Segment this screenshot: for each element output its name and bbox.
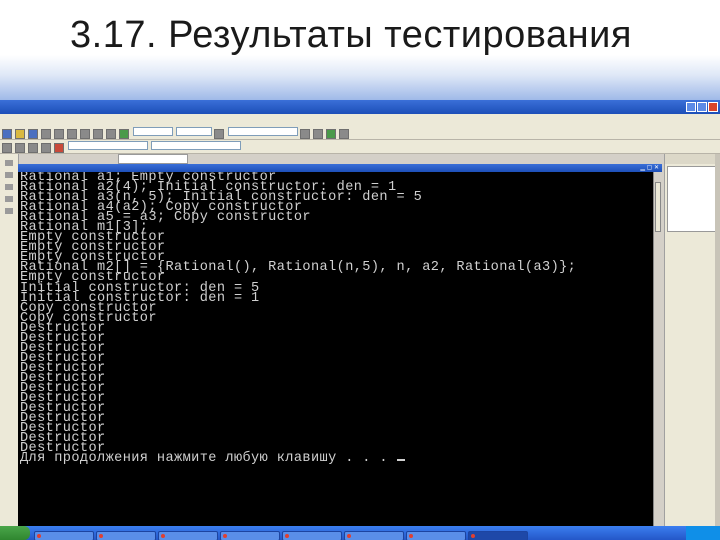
console-line: Destructor: [20, 370, 106, 386]
start-debug-icon[interactable]: [119, 129, 129, 139]
minimize-icon[interactable]: [686, 102, 696, 112]
taskbar-tasks: [34, 528, 530, 540]
ide-menubar: [0, 114, 720, 126]
platform-combo[interactable]: [176, 127, 212, 136]
solution-explorer-header: [665, 154, 720, 164]
panel-icon[interactable]: [5, 196, 13, 202]
panel-icon[interactable]: [5, 172, 13, 178]
console-scrollbar[interactable]: [653, 172, 662, 526]
toolbar-tool-icon[interactable]: [41, 143, 51, 153]
left-tool-panel: [0, 154, 19, 526]
output-icon[interactable]: [339, 129, 349, 139]
taskbar-task[interactable]: [406, 531, 466, 540]
text-cursor: [396, 459, 405, 462]
editor-tab[interactable]: [118, 154, 188, 164]
taskbar-task[interactable]: [158, 531, 218, 540]
new-file-icon[interactable]: [2, 129, 12, 139]
ide-scrollbar[interactable]: [715, 154, 720, 526]
panel-icon[interactable]: [5, 160, 13, 166]
system-tray: [686, 526, 720, 540]
find-icon[interactable]: [214, 129, 224, 139]
toolbar-tool-icon[interactable]: [15, 143, 25, 153]
ide-window-buttons: [685, 102, 718, 114]
console-window: Rational a1; Empty constructor Rational a…: [18, 172, 662, 526]
maximize-icon[interactable]: [697, 102, 707, 112]
save-icon[interactable]: [28, 129, 38, 139]
console-line: Для продолжения нажмите любую клавишу . …: [20, 452, 652, 466]
cut-icon[interactable]: [54, 129, 64, 139]
open-folder-icon[interactable]: [15, 129, 25, 139]
undo-icon[interactable]: [93, 129, 103, 139]
console-line: Destructor: [20, 401, 106, 417]
console-line: Destructor: [20, 431, 106, 447]
taskbar-task-console[interactable]: [468, 531, 528, 540]
panel-icon[interactable]: [5, 208, 13, 214]
scope-combo[interactable]: [68, 141, 148, 150]
slide-title: 3.17. Результаты тестирования: [70, 14, 632, 56]
ide-titlebar: [0, 100, 720, 114]
ide-toolbar-secondary: [0, 140, 720, 154]
copy-icon[interactable]: [67, 129, 77, 139]
taskbar: [0, 526, 720, 540]
console-line: Destructor: [20, 350, 106, 366]
taskbar-task[interactable]: [34, 531, 94, 540]
breakpoint-icon[interactable]: [54, 143, 64, 153]
taskbar-task[interactable]: [96, 531, 156, 540]
taskbar-task[interactable]: [220, 531, 280, 540]
save-all-icon[interactable]: [41, 129, 51, 139]
close-icon[interactable]: [708, 102, 718, 112]
console-line: Copy constructor: [20, 310, 157, 326]
properties-icon[interactable]: [313, 129, 323, 139]
toolbar-tool-icon[interactable]: [2, 143, 12, 153]
console-line: Destructor: [20, 340, 106, 356]
member-combo[interactable]: [151, 141, 241, 150]
paste-icon[interactable]: [80, 129, 90, 139]
start-button[interactable]: [0, 526, 30, 540]
console-window-buttons[interactable]: ▁ ▢ ✕: [640, 164, 659, 172]
solution-explorer-panel: [664, 154, 720, 526]
console-titlebar: ▁ ▢ ✕: [18, 164, 662, 172]
ide-screenshot: ▁ ▢ ✕ Rational a1; Empty constructor Rati…: [0, 100, 720, 540]
console-line: Destructor: [20, 380, 106, 396]
taskbar-task[interactable]: [344, 531, 404, 540]
solution-explorer-icon[interactable]: [300, 129, 310, 139]
solution-tree[interactable]: [667, 166, 719, 232]
toolbox-icon[interactable]: [326, 129, 336, 139]
toolbar-tool-icon[interactable]: [28, 143, 38, 153]
console-output: Rational a1; Empty constructor Rational a…: [20, 172, 652, 466]
console-line: Destructor: [20, 360, 106, 376]
ide-toolbar-main: [0, 126, 720, 140]
taskbar-task[interactable]: [282, 531, 342, 540]
console-line: Destructor: [20, 330, 106, 346]
slide-header: 3.17. Результаты тестирования: [0, 0, 720, 100]
console-line: Destructor: [20, 421, 106, 437]
redo-icon[interactable]: [106, 129, 116, 139]
console-line: Destructor: [20, 411, 106, 427]
console-scroll-thumb[interactable]: [655, 182, 661, 232]
configuration-combo[interactable]: [133, 127, 173, 136]
panel-icon[interactable]: [5, 184, 13, 190]
console-line: Destructor: [20, 391, 106, 407]
find-combo[interactable]: [228, 127, 298, 136]
